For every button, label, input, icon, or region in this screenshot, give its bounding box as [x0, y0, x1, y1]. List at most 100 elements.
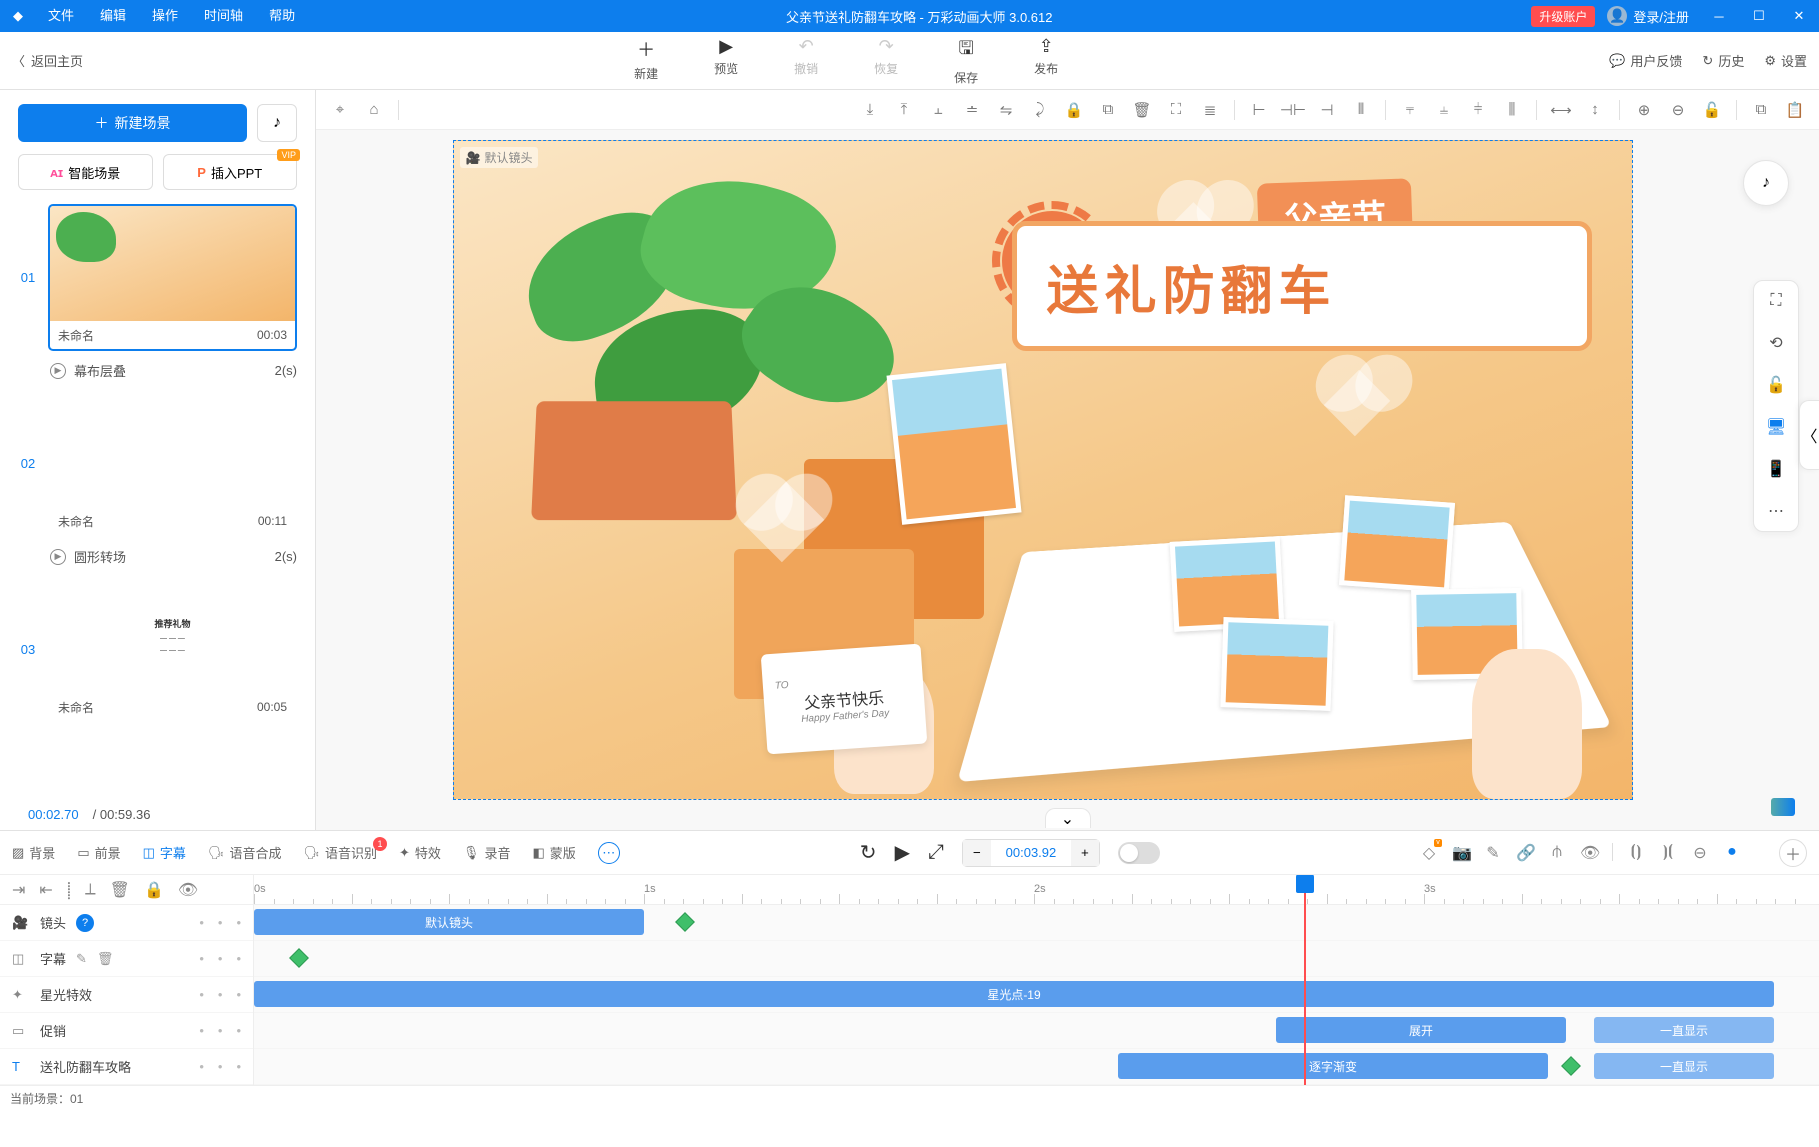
menu-编辑[interactable]: 编辑 [88, 0, 138, 32]
add-track-button[interactable]: ＋ [1779, 839, 1807, 867]
scene-item-02[interactable]: 02未命名00:11 [18, 390, 297, 537]
music-button[interactable]: ♪ [257, 104, 297, 142]
scene-card[interactable]: 推荐礼物— — —— — —未命名00:05 [48, 576, 297, 723]
keyframe-diamond[interactable] [675, 912, 695, 932]
lock-track-icon[interactable]: 🔒 [144, 880, 164, 900]
camera-tool-icon[interactable]: 📷 [1452, 843, 1470, 863]
track-keyframe-dots[interactable]: ••• [199, 951, 241, 966]
unlock-all-icon[interactable]: 🔓 [1696, 94, 1728, 126]
bottom-tab-蒙版[interactable]: ◧蒙版 [532, 843, 575, 862]
edit-icon[interactable]: ✎ [76, 951, 87, 967]
tool-新建[interactable]: ＋新建 [626, 36, 666, 86]
timeline-clip[interactable]: 星光点-19 [254, 981, 1774, 1007]
upgrade-account-badge[interactable]: 升级账户 [1531, 6, 1595, 27]
scene-thumbnail[interactable] [50, 206, 295, 321]
home-tool-icon[interactable]: ⌂ [358, 94, 390, 126]
bottom-tab-语音识别[interactable]: 🗣语音识别1 [303, 843, 377, 862]
menu-文件[interactable]: 文件 [36, 0, 86, 32]
scene-card[interactable]: 未命名00:03 [48, 204, 297, 351]
scene-item-03[interactable]: 03推荐礼物— — —— — —未命名00:05 [18, 576, 297, 723]
bottom-tab-特效[interactable]: ✦特效 [399, 843, 441, 862]
same-width-icon[interactable]: ⟷ [1545, 94, 1577, 126]
time-decrement-button[interactable]: − [963, 840, 991, 866]
layers-icon[interactable]: ≣ [1194, 94, 1226, 126]
keyframe-icon[interactable]: ◇v [1420, 843, 1438, 863]
zoom-out-icon[interactable]: ⊖ [1662, 94, 1694, 126]
menu-操作[interactable]: 操作 [140, 0, 190, 32]
unlock-icon[interactable]: 🔓 [1764, 373, 1788, 397]
timeline-ruler[interactable]: 0s1s2s3s [254, 875, 1819, 905]
transition-row[interactable]: ▶幕布层叠2(s) [18, 357, 297, 390]
eye-tool-icon[interactable]: 👁 [1580, 843, 1598, 863]
align-bottom-icon[interactable]: ⤓ [854, 94, 886, 126]
select-tool-icon[interactable]: ⌖ [324, 94, 356, 126]
scene-item-01[interactable]: 01未命名00:03 [18, 204, 297, 351]
timeline-tracks-area[interactable]: 0s1s2s3s 默认镜头星光点-19 展开 一直显示逐字渐变一直显示 [254, 875, 1819, 1085]
tool-保存[interactable]: 🖫保存 [946, 36, 986, 86]
bottom-tab-前景[interactable]: ▭前景 [77, 843, 120, 862]
delete-icon[interactable]: 🗑 [1126, 94, 1158, 126]
distribute-v-icon[interactable]: ⫼ [1496, 94, 1528, 126]
track-促销[interactable]: 展开 一直显示 [254, 1013, 1819, 1049]
keyframe-diamond[interactable] [1561, 1056, 1581, 1076]
floating-music-button[interactable]: ♪ [1743, 160, 1789, 206]
delete-icon[interactable]: 🗑 [97, 951, 114, 967]
track-label-星光特效[interactable]: ✦星光特效••• [0, 977, 253, 1013]
cut-icon[interactable]: ⟂ [85, 881, 96, 899]
expand-icon[interactable]: ⤢ [928, 841, 944, 864]
scene-thumbnail[interactable]: 推荐礼物— — —— — — [50, 578, 295, 693]
import-icon[interactable]: ⇥ [12, 880, 25, 900]
track-镜头[interactable]: 默认镜头 [254, 905, 1819, 941]
help-icon[interactable]: ? [76, 914, 94, 932]
align-vcenter-icon[interactable]: ⫠ [922, 94, 954, 126]
track-label-镜头[interactable]: 🎥镜头?••• [0, 905, 253, 941]
paste-icon[interactable]: 📋 [1779, 94, 1811, 126]
display-mode-icon[interactable]: 🖥 [1764, 415, 1788, 439]
minimize-button[interactable]: ─ [1699, 0, 1739, 32]
align-hcenter-icon[interactable]: ⊣⊢ [1277, 94, 1309, 126]
track-keyframe-dots[interactable]: ••• [199, 1023, 241, 1038]
align-right-icon[interactable]: ⊣ [1311, 94, 1343, 126]
tool-设置[interactable]: ⚙设置 [1764, 51, 1807, 70]
tool-预览[interactable]: ▶预览 [706, 36, 746, 86]
track-keyframe-dots[interactable]: ••• [199, 915, 241, 930]
tool-历史[interactable]: ↻历史 [1702, 51, 1744, 70]
distribute-h-icon[interactable]: ⫴ [1345, 94, 1377, 126]
timeline-clip[interactable]: 一直显示 [1594, 1017, 1774, 1043]
track-label-送礼防翻车攻略[interactable]: T送礼防翻车攻略••• [0, 1049, 253, 1085]
login-register-button[interactable]: 👤 登录/注册 [1607, 6, 1689, 26]
split-icon[interactable]: ⸽ [67, 879, 71, 901]
align-left-icon[interactable]: ⊢ [1243, 94, 1275, 126]
track-送礼防翻车攻略[interactable]: 逐字渐变一直显示 [254, 1049, 1819, 1085]
align-bottom2-icon[interactable]: ⫩ [1462, 94, 1494, 126]
play-button[interactable]: ▶ [895, 840, 910, 865]
zoom-in-icon[interactable]: ⊕ [1628, 94, 1660, 126]
maximize-button[interactable]: ☐ [1739, 0, 1779, 32]
ai-scene-button[interactable]: ᴀɪ 智能场景 [18, 154, 153, 190]
scene-card[interactable]: 未命名00:11 [48, 390, 297, 537]
trash-icon[interactable]: 🗑 [110, 880, 130, 900]
timeline-clip[interactable]: 展开 [1276, 1017, 1566, 1043]
edit-tool-icon[interactable]: ✎ [1484, 843, 1502, 863]
filter-tool-icon[interactable]: ⫛ [1548, 843, 1566, 863]
more-icon[interactable]: ⋯ [1764, 499, 1788, 523]
timeline-clip[interactable]: 默认镜头 [254, 909, 644, 935]
loop-icon[interactable]: ↻ [860, 840, 877, 865]
same-height-icon[interactable]: ↕ [1579, 94, 1611, 126]
zoom-out-timeline-icon[interactable]: ⊖ [1691, 843, 1709, 863]
track-星光特效[interactable]: 星光点-19 [254, 977, 1819, 1013]
export-icon[interactable]: ⇤ [39, 880, 52, 900]
bracket-left-icon[interactable]: ⦗⦘ [1627, 843, 1645, 863]
bottom-tab-字幕[interactable]: ◫字幕 [143, 843, 186, 862]
align-top2-icon[interactable]: ⫧ [1394, 94, 1426, 126]
more-tabs-button[interactable]: ⋯ [598, 842, 620, 864]
fit-screen-icon[interactable]: ⛶ [1764, 289, 1788, 313]
flip-v-icon[interactable]: ⤸ [1024, 94, 1056, 126]
scene-list[interactable]: 01未命名00:03▶幕布层叠2(s)02未命名00:11▶圆形转场2(s)03… [18, 204, 297, 799]
tool-用户反馈[interactable]: 💬用户反馈 [1609, 51, 1682, 70]
scene-thumbnail[interactable] [50, 392, 295, 507]
align-vmid-icon[interactable]: ⫨ [1428, 94, 1460, 126]
bottom-tab-背景[interactable]: ▨背景 [12, 843, 55, 862]
rotate-icon[interactable]: ⟲ [1764, 331, 1788, 355]
track-keyframe-dots[interactable]: ••• [199, 987, 241, 1002]
